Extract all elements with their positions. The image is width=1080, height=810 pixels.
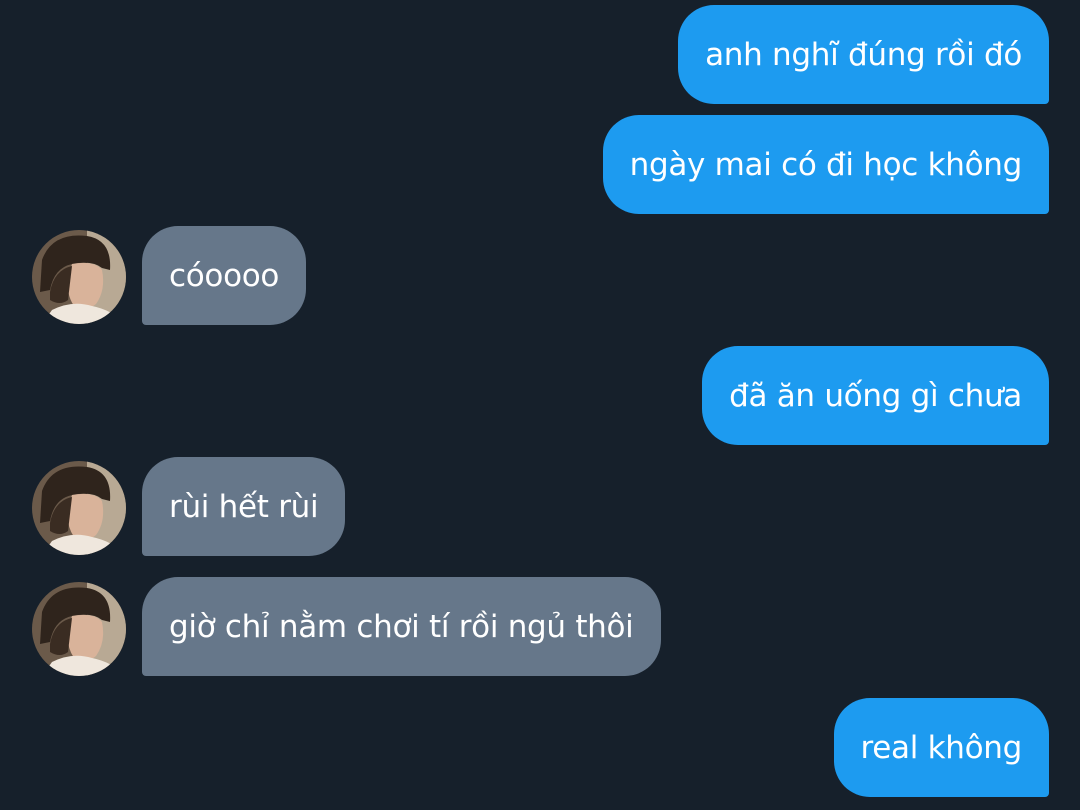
received-message-bubble[interactable]: rùi hết rùi <box>142 457 346 556</box>
avatar-photo-icon <box>32 461 126 555</box>
avatar-photo-icon <box>32 582 126 676</box>
avatar-photo-icon <box>32 230 126 324</box>
contact-avatar[interactable] <box>32 582 126 676</box>
received-message-bubble[interactable]: giờ chỉ nằm chơi tí rồi ngủ thôi <box>142 577 661 676</box>
contact-avatar[interactable] <box>32 230 126 324</box>
contact-avatar[interactable] <box>32 461 126 555</box>
message-text: cóoooo <box>169 257 280 294</box>
message-text: rùi hết rùi <box>169 488 319 525</box>
message-text: ngày mai có đi học không <box>629 146 1023 183</box>
sent-message-bubble[interactable]: ngày mai có đi học không <box>602 115 1049 214</box>
message-text: real không <box>860 729 1023 766</box>
message-text: đã ăn uống gì chưa <box>729 377 1022 414</box>
message-text: anh nghĩ đúng rồi đó <box>705 36 1022 73</box>
received-message-bubble[interactable]: cóoooo <box>142 226 307 325</box>
sent-message-bubble[interactable]: anh nghĩ đúng rồi đó <box>678 5 1049 104</box>
sent-message-bubble[interactable]: đã ăn uống gì chưa <box>702 346 1049 445</box>
sent-message-bubble[interactable]: real không <box>833 698 1049 797</box>
message-text: giờ chỉ nằm chơi tí rồi ngủ thôi <box>169 608 634 645</box>
